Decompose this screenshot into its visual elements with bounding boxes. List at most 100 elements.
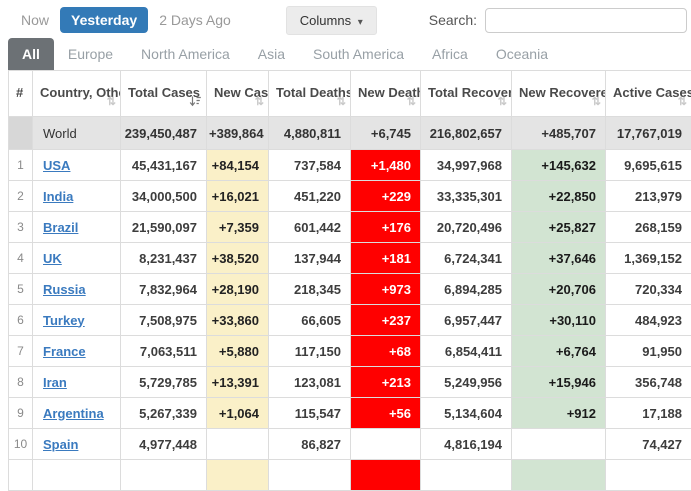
country-link[interactable]: India: [43, 189, 73, 204]
tab-all[interactable]: All: [8, 38, 54, 70]
cell-active-cases: 720,334: [606, 274, 691, 305]
country-link[interactable]: Turkey: [43, 313, 85, 328]
time-tab-2-days-ago[interactable]: 2 Days Ago: [148, 7, 242, 33]
column-header-new_cases[interactable]: New Cases⇅: [207, 71, 269, 117]
cell-total-deaths: 737,584: [269, 150, 351, 181]
cell-total-deaths: 451,220: [269, 181, 351, 212]
cell-rank: 3: [9, 212, 33, 243]
cell-country: Iran: [33, 367, 121, 398]
cell-country: UK: [33, 243, 121, 274]
sort-both-icon: ⇅: [592, 97, 601, 108]
cell-new-deaths: [351, 460, 421, 491]
cell-total-recovered: 4,816,194: [421, 429, 512, 460]
cell-total-cases: 21,590,097: [121, 212, 207, 243]
country-link[interactable]: Spain: [43, 437, 78, 452]
tab-asia[interactable]: Asia: [244, 38, 299, 70]
cell-rank: [9, 460, 33, 491]
cell-rank: 7: [9, 336, 33, 367]
cell-rank: 5: [9, 274, 33, 305]
cell-new-deaths: +237: [351, 305, 421, 336]
column-header-total_deaths[interactable]: Total Deaths⇅: [269, 71, 351, 117]
cell-new-deaths: +213: [351, 367, 421, 398]
cell-total-cases: 7,832,964: [121, 274, 207, 305]
time-tab-now[interactable]: Now: [10, 7, 60, 33]
cell-rank: 2: [9, 181, 33, 212]
cell-total-cases: 45,431,167: [121, 150, 207, 181]
country-link[interactable]: USA: [43, 158, 70, 173]
table-row: 10Spain4,977,44886,8274,816,19474,427: [9, 429, 691, 460]
cell-new-deaths: +181: [351, 243, 421, 274]
cell-active-cases: 484,923: [606, 305, 691, 336]
cell-total-deaths: 66,605: [269, 305, 351, 336]
country-link[interactable]: Russia: [43, 282, 86, 297]
cell-rank: 1: [9, 150, 33, 181]
table-header-row: #Country, Other⇅Total CasesNew Cases⇅Tot…: [9, 71, 691, 117]
cell-total-deaths: 218,345: [269, 274, 351, 305]
tab-europe[interactable]: Europe: [54, 38, 127, 70]
cell-total-cases: 239,450,487: [121, 117, 207, 150]
country-link[interactable]: France: [43, 344, 86, 359]
cell-active-cases: 213,979: [606, 181, 691, 212]
column-header-active_cases[interactable]: Active Cases⇅: [606, 71, 691, 117]
table-row: 4UK8,231,437+38,520137,944+1816,724,341+…: [9, 243, 691, 274]
cell-new-cases: +5,880: [207, 336, 269, 367]
column-header-total_recovered[interactable]: Total Recovered⇅: [421, 71, 512, 117]
cell-country: Turkey: [33, 305, 121, 336]
sort-desc-icon: [189, 95, 202, 108]
cell-total-cases: 34,000,500: [121, 181, 207, 212]
cell-active-cases: [606, 460, 691, 491]
column-header-total_cases[interactable]: Total Cases: [121, 71, 207, 117]
sort-both-icon: ⇅: [407, 97, 416, 108]
cell-new-cases: +84,154: [207, 150, 269, 181]
country-link[interactable]: Argentina: [43, 406, 104, 421]
cell-total-cases: 7,508,975: [121, 305, 207, 336]
cell-rank: [9, 117, 33, 150]
cell-total-deaths: 601,442: [269, 212, 351, 243]
cell-new-deaths: +6,745: [351, 117, 421, 150]
tab-africa[interactable]: Africa: [418, 38, 482, 70]
column-label: #: [16, 85, 23, 100]
cell-total-recovered: 34,997,968: [421, 150, 512, 181]
time-tab-yesterday[interactable]: Yesterday: [60, 7, 148, 33]
cell-new-recovered: +485,707: [512, 117, 606, 150]
cell-new-recovered: +912: [512, 398, 606, 429]
cell-new-recovered: +22,850: [512, 181, 606, 212]
cell-total-recovered: 20,720,496: [421, 212, 512, 243]
table-row: 2India34,000,500+16,021451,220+22933,335…: [9, 181, 691, 212]
world-row: World239,450,487+389,8644,880,811+6,7452…: [9, 117, 691, 150]
tab-south-america[interactable]: South America: [299, 38, 418, 70]
columns-dropdown-button[interactable]: Columns ▾: [286, 6, 377, 35]
column-header-country[interactable]: Country, Other⇅: [33, 71, 121, 117]
cell-total-cases: 7,063,511: [121, 336, 207, 367]
cell-new-recovered: +20,706: [512, 274, 606, 305]
table-body: World239,450,487+389,8644,880,811+6,7452…: [9, 117, 691, 491]
country-link[interactable]: UK: [43, 251, 62, 266]
cell-total-recovered: 6,894,285: [421, 274, 512, 305]
cell-active-cases: 268,159: [606, 212, 691, 243]
tab-north-america[interactable]: North America: [127, 38, 244, 70]
sort-both-icon: ⇅: [255, 97, 264, 108]
cell-country: Brazil: [33, 212, 121, 243]
cell-new-cases: +7,359: [207, 212, 269, 243]
country-link[interactable]: Brazil: [43, 220, 78, 235]
cell-rank: 4: [9, 243, 33, 274]
cell-total-cases: 5,267,339: [121, 398, 207, 429]
cell-total-cases: [121, 460, 207, 491]
sort-both-icon: ⇅: [678, 97, 687, 108]
cell-new-deaths: +229: [351, 181, 421, 212]
cell-new-cases: +13,391: [207, 367, 269, 398]
column-header-new_recovered[interactable]: New Recovered⇅: [512, 71, 606, 117]
cell-new-deaths: +176: [351, 212, 421, 243]
cell-new-deaths: +1,480: [351, 150, 421, 181]
search-input[interactable]: [485, 8, 687, 33]
cell-active-cases: 74,427: [606, 429, 691, 460]
cell-new-recovered: [512, 460, 606, 491]
cell-new-cases: +389,864: [207, 117, 269, 150]
column-header-new_deaths[interactable]: New Deaths⇅: [351, 71, 421, 117]
tab-oceania[interactable]: Oceania: [482, 38, 562, 70]
table-row: [9, 460, 691, 491]
search-group: Search:: [429, 8, 687, 33]
country-link[interactable]: Iran: [43, 375, 67, 390]
cell-new-deaths: +56: [351, 398, 421, 429]
cell-active-cases: 91,950: [606, 336, 691, 367]
